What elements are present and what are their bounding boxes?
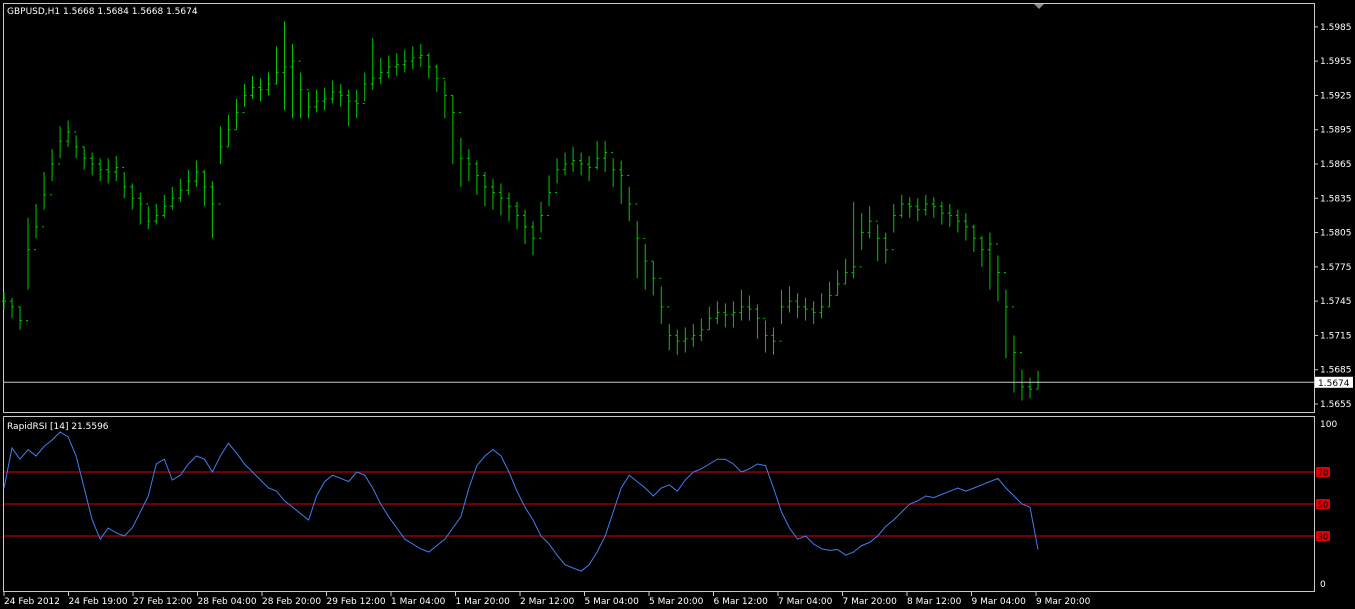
price-axis-label: 1.5805 [1320, 229, 1352, 239]
rsi-axis-label: 0 [1320, 580, 1326, 590]
time-axis-label: 2 Mar 12:00 [520, 597, 575, 607]
price-axis-label: 1.5685 [1320, 366, 1352, 376]
time-axis-label: 5 Mar 04:00 [585, 597, 640, 607]
price-axis-label: 1.5925 [1320, 91, 1352, 101]
time-axis-label: 8 Mar 12:00 [907, 597, 962, 607]
price-axis-label: 1.5655 [1320, 400, 1352, 410]
time-axis-label: 6 Mar 12:00 [714, 597, 769, 607]
price-axis-label: 1.5955 [1320, 57, 1352, 67]
time-axis-label: 1 Mar 20:00 [456, 597, 511, 607]
price-axis-label: 1.5985 [1320, 23, 1352, 33]
price-axis-label: 1.5895 [1320, 126, 1352, 136]
time-axis-label: 28 Feb 04:00 [198, 597, 257, 607]
price-axis-label: 1.5835 [1320, 194, 1352, 204]
rsi-axis-label: 100 [1320, 420, 1337, 430]
time-axis-label: 7 Mar 20:00 [843, 597, 898, 607]
time-axis-label: 5 Mar 20:00 [649, 597, 704, 607]
time-axis-label: 24 Feb 2012 [4, 597, 60, 607]
rsi-level-label: 30 [1318, 533, 1328, 542]
time-axis-label: 27 Feb 12:00 [133, 597, 192, 607]
price-axis-label: 1.5745 [1320, 297, 1352, 307]
rsi-level-label: 70 [1318, 469, 1328, 478]
rsi-indicator-title: RapidRSI [14] 21.5596 [7, 422, 109, 432]
price-chart-title: GBPUSD,H1 1.5668 1.5684 1.5668 1.5674 [7, 7, 198, 17]
trading-chart: 1.5985 1.5955 1.5925 1.5895 1.5865 1.5835 1.58… [0, 0, 1355, 609]
time-axis-label: 29 Feb 12:00 [327, 597, 386, 607]
price-axis-label: 1.5865 [1320, 160, 1352, 170]
time-axis-label: 9 Mar 20:00 [1036, 597, 1091, 607]
time-axis-label: 9 Mar 04:00 [972, 597, 1027, 607]
time-axis-label: 28 Feb 20:00 [262, 597, 321, 607]
price-axis-label: 1.5715 [1320, 331, 1352, 341]
time-axis-label: 7 Mar 04:00 [778, 597, 833, 607]
price-axis-label: 1.5775 [1320, 263, 1352, 273]
rsi-level-label: 50 [1318, 501, 1328, 510]
time-axis-label: 24 Feb 19:00 [69, 597, 128, 607]
current-price-label: 1.5674 [1318, 379, 1350, 389]
time-axis-label: 1 Mar 04:00 [391, 597, 446, 607]
